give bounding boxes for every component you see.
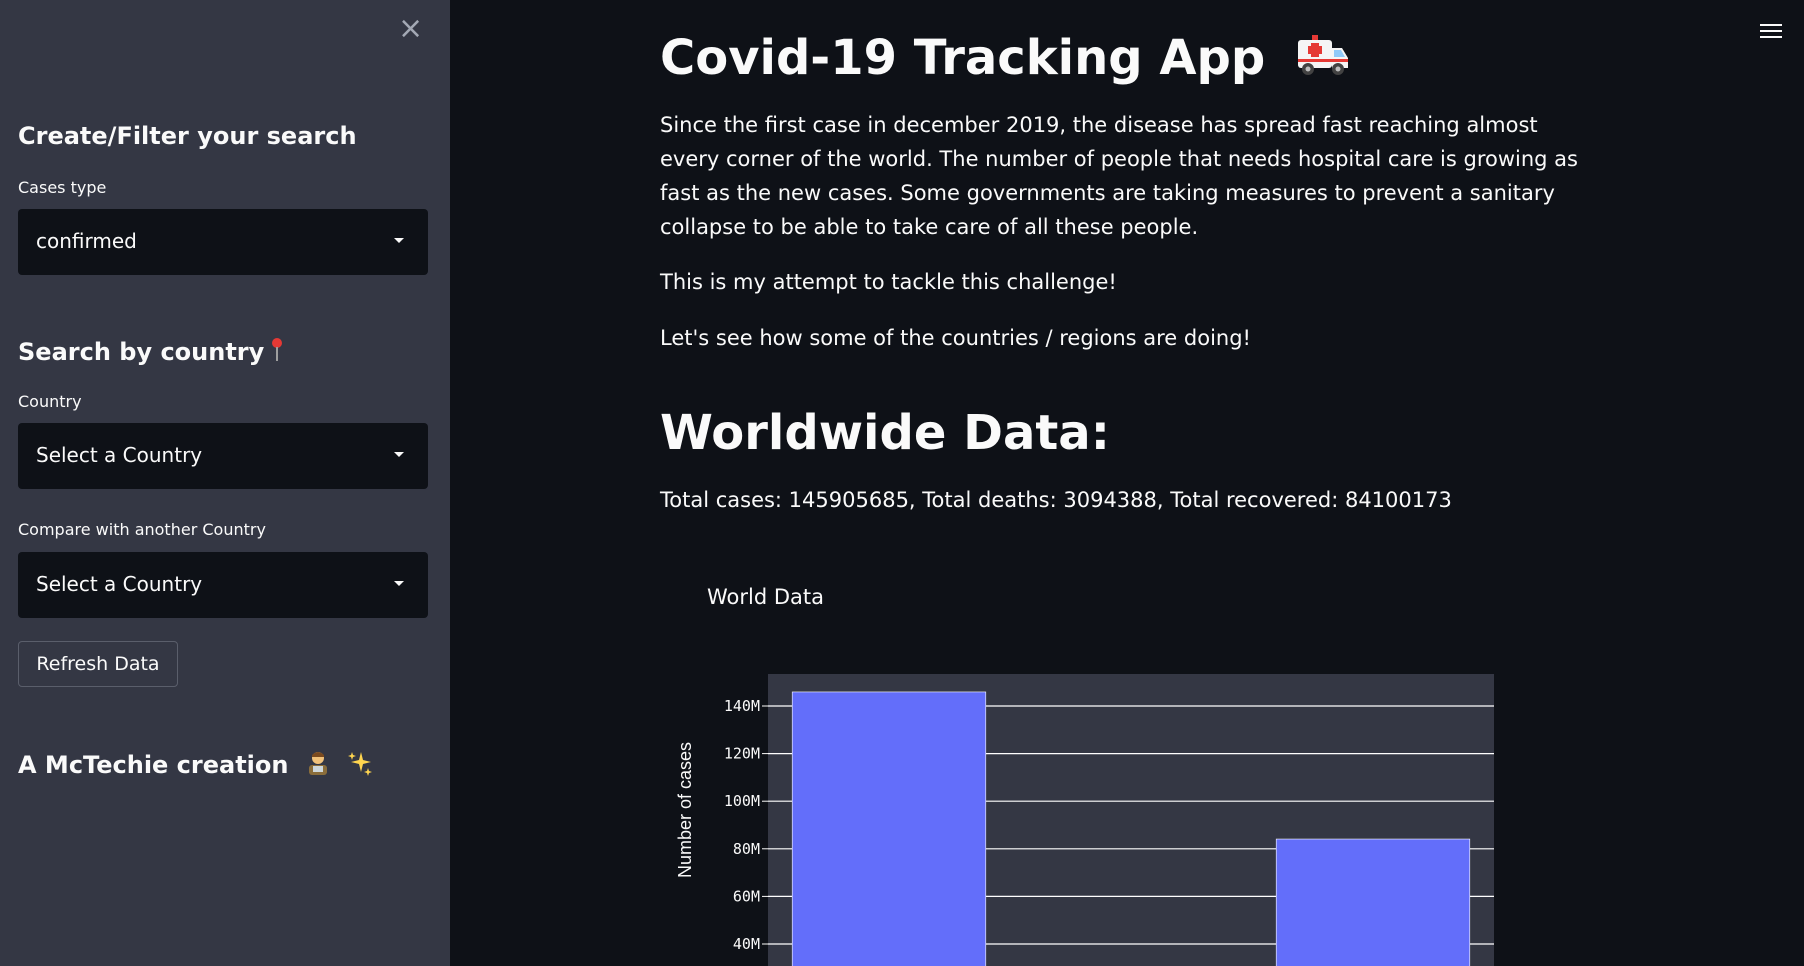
refresh-data-button[interactable]: Refresh Data: [18, 641, 178, 687]
country-select[interactable]: Select a Country: [18, 423, 428, 489]
y-tick-label: 140M: [724, 697, 760, 715]
sparkles-icon: [347, 750, 373, 782]
chevron-down-icon: [394, 452, 404, 457]
y-tick-label: 60M: [733, 887, 760, 905]
compare-country-select[interactable]: Select a Country: [18, 552, 428, 618]
lets-see-paragraph: Let's see how some of the countries / re…: [660, 326, 1251, 350]
bar-recovered: [1275, 838, 1471, 966]
round-pushpin-icon: [270, 338, 284, 364]
attempt-paragraph: This is my attempt to tackle this challe…: [660, 270, 1117, 294]
compare-label: Compare with another Country: [18, 520, 266, 539]
ambulance-icon: [1296, 32, 1350, 90]
filter-heading: Create/Filter your search: [18, 122, 357, 150]
chevron-down-icon: [394, 238, 404, 243]
y-tick-label: 120M: [724, 745, 760, 763]
world-data-chart: 40M 60M 80M 100M 120M 140M Number of cases: [675, 674, 1494, 966]
page-title: Covid-19 Tracking App: [660, 30, 1350, 90]
app-root: × Create/Filter your search Cases type c…: [0, 0, 1804, 966]
cases-type-label: Cases type: [18, 178, 107, 197]
y-tick-label: 80M: [733, 840, 760, 858]
bar-cases: [791, 691, 987, 966]
y-tick-label: 40M: [733, 935, 760, 953]
technologist-icon: [305, 750, 331, 782]
credit-text: A McTechie creation: [18, 751, 289, 779]
chevron-down-icon: [394, 581, 404, 586]
cases-type-value: confirmed: [36, 229, 137, 253]
search-heading-text: Search by country: [18, 338, 265, 366]
cases-type-select[interactable]: confirmed: [18, 209, 428, 275]
search-heading: Search by country: [18, 338, 284, 366]
country-select-value: Select a Country: [36, 443, 203, 467]
y-tick-label: 100M: [724, 792, 760, 810]
worldwide-totals: Total cases: 145905685, Total deaths: 30…: [660, 488, 1452, 512]
country-label: Country: [18, 392, 82, 411]
y-axis-label: Number of cases: [675, 742, 695, 878]
sidebar: × Create/Filter your search Cases type c…: [0, 0, 450, 966]
page-title-text: Covid-19 Tracking App: [660, 30, 1266, 86]
hamburger-menu-icon[interactable]: [1760, 20, 1782, 42]
close-icon[interactable]: ×: [398, 14, 423, 44]
credit-heading: A McTechie creation: [18, 750, 373, 782]
worldwide-title: Worldwide Data:: [660, 405, 1110, 461]
compare-select-value: Select a Country: [36, 572, 203, 596]
intro-paragraph: Since the first case in december 2019, t…: [660, 113, 1578, 239]
